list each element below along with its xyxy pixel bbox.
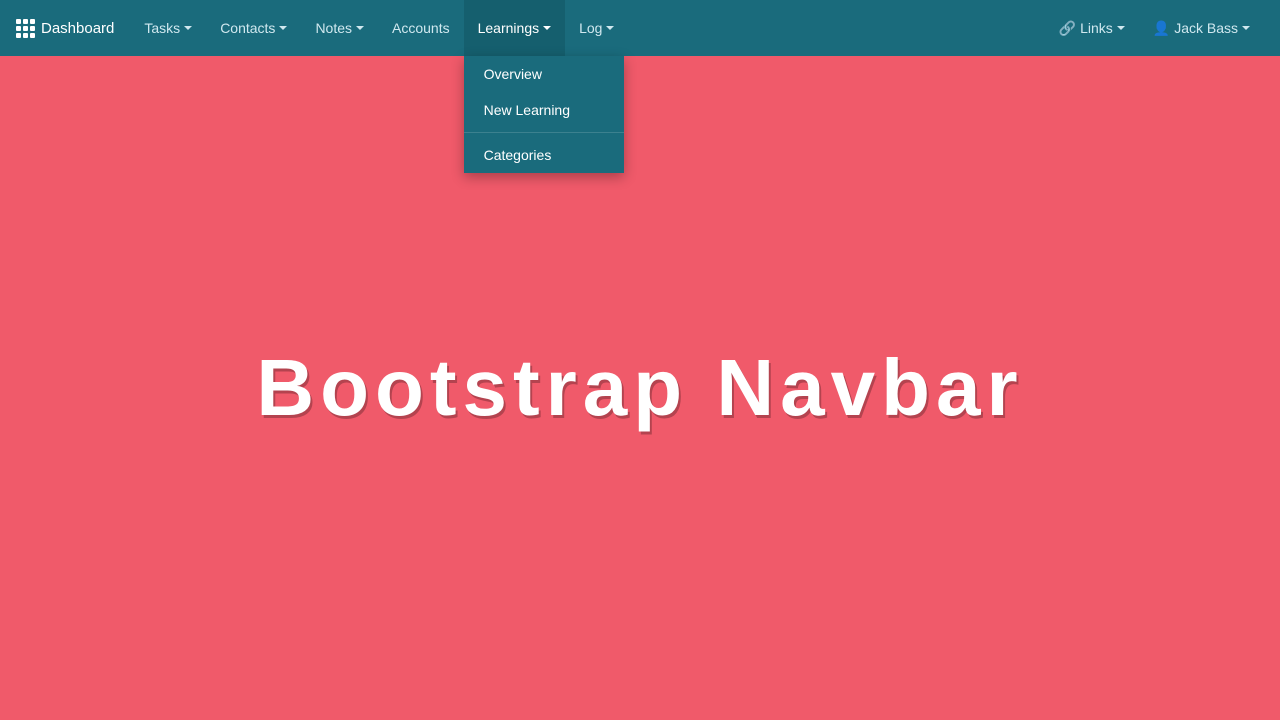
nav-item-contacts[interactable]: Contacts: [206, 0, 301, 56]
nav-notes-label: Notes: [315, 20, 352, 36]
dropdown-divider: [464, 132, 624, 133]
nav-item-links[interactable]: 🔗 Links: [1045, 0, 1139, 56]
links-caret-icon: [1117, 26, 1125, 30]
nav-log-label: Log: [579, 20, 602, 36]
hero-section: Bootstrap Navbar: [0, 56, 1280, 720]
tasks-caret-icon: [184, 26, 192, 30]
hero-title: Bootstrap Navbar: [256, 342, 1023, 434]
contacts-caret-icon: [279, 26, 287, 30]
learnings-dropdown: Overview New Learning Categories: [464, 56, 624, 173]
dropdown-item-categories[interactable]: Categories: [464, 137, 624, 173]
nav-accounts-label: Accounts: [392, 20, 450, 36]
notes-caret-icon: [356, 26, 364, 30]
nav-item-user[interactable]: 👤 Jack Bass: [1139, 0, 1264, 56]
nav-contacts-label: Contacts: [220, 20, 275, 36]
nav-item-accounts[interactable]: Accounts: [378, 0, 464, 56]
learnings-caret-icon: [543, 26, 551, 30]
nav-item-learnings[interactable]: Learnings Overview New Learning Categori…: [464, 0, 566, 56]
nav-items: Tasks Contacts Notes Accounts Learnings …: [130, 0, 1044, 56]
nav-item-notes[interactable]: Notes: [301, 0, 378, 56]
navbar: Dashboard Tasks Contacts Notes Accounts …: [0, 0, 1280, 56]
nav-links-label: Links: [1080, 20, 1113, 36]
brand-label: Dashboard: [41, 20, 114, 37]
dropdown-item-overview[interactable]: Overview: [464, 56, 624, 92]
log-caret-icon: [606, 26, 614, 30]
nav-item-log[interactable]: Log: [565, 0, 628, 56]
dropdown-item-new-learning[interactable]: New Learning: [464, 92, 624, 128]
nav-tasks-label: Tasks: [144, 20, 180, 36]
nav-learnings-label: Learnings: [478, 20, 540, 36]
nav-right: 🔗 Links 👤 Jack Bass: [1045, 0, 1264, 56]
navbar-brand[interactable]: Dashboard: [16, 19, 114, 38]
dashboard-grid-icon: [16, 19, 35, 38]
nav-user-label: Jack Bass: [1174, 20, 1238, 36]
link-icon: 🔗: [1059, 20, 1076, 37]
user-icon: 👤: [1153, 20, 1170, 37]
nav-item-tasks[interactable]: Tasks: [130, 0, 206, 56]
user-caret-icon: [1242, 26, 1250, 30]
